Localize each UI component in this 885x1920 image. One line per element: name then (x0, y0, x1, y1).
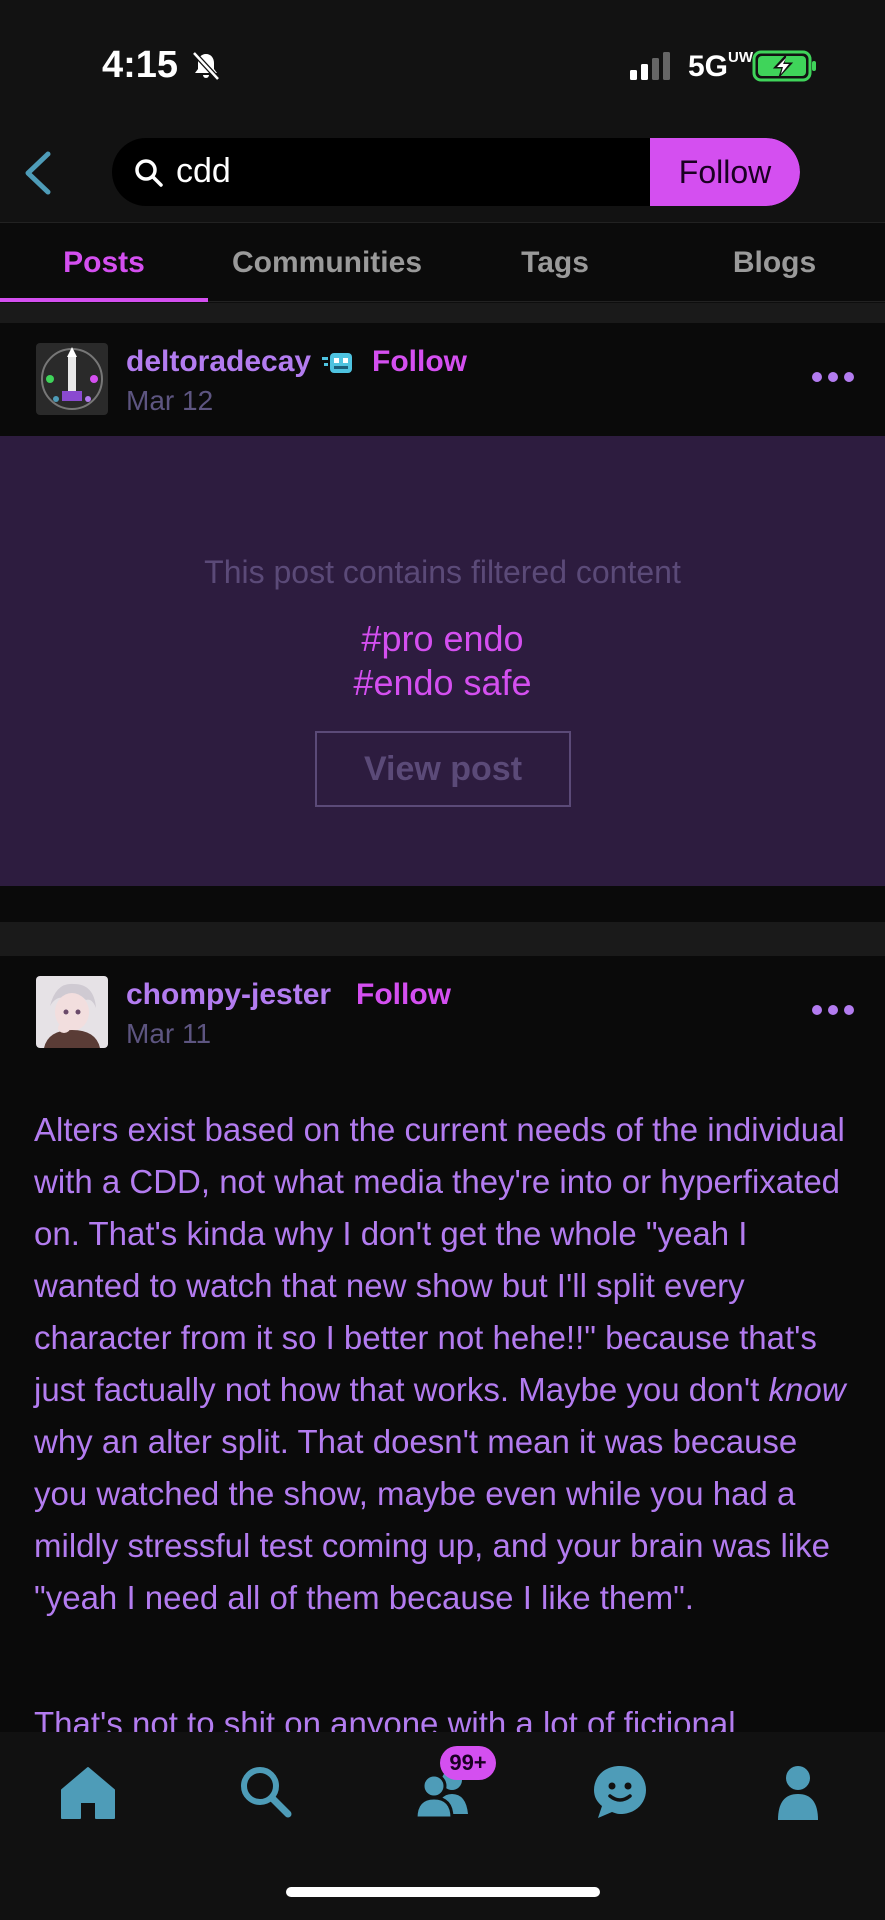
post-header: chompy-jester Follow Mar 11 (0, 956, 885, 1068)
tab-active-indicator (0, 298, 208, 302)
post-follow-link[interactable]: Follow (372, 345, 467, 379)
post-paragraph: Alters exist based on the current needs … (34, 1111, 846, 1616)
chat-icon[interactable] (588, 1762, 652, 1822)
post-body: Alters exist based on the current needs … (0, 1068, 885, 1732)
tab-blogs[interactable]: Blogs (664, 223, 885, 303)
filtered-content-panel: This post contains filtered content #pro… (0, 436, 885, 886)
network-sub: UW (728, 49, 754, 66)
status-bar: 4:15 5GUW (0, 0, 885, 130)
search-bar[interactable]: cdd Follow (112, 138, 800, 206)
tab-communities[interactable]: Communities (208, 223, 446, 303)
notification-badge: 99+ (440, 1746, 496, 1780)
avatar-image (36, 976, 108, 1048)
tab-tags[interactable]: Tags (446, 223, 664, 303)
filtered-tag[interactable]: #endo safe (0, 662, 885, 704)
post-date: Mar 11 (126, 1018, 212, 1049)
search-input[interactable]: cdd (176, 152, 231, 191)
post-footer (0, 886, 885, 922)
blog-badge-icon (322, 353, 352, 373)
post-follow-link[interactable]: Follow (356, 978, 451, 1012)
feed-divider (0, 303, 885, 323)
home-icon[interactable] (56, 1762, 120, 1822)
signal-icon (630, 52, 670, 80)
profile-icon[interactable] (766, 1762, 830, 1822)
more-icon[interactable] (811, 1003, 855, 1017)
view-post-button[interactable]: View post (315, 731, 571, 807)
post-paragraph: That's not to shit on anyone with a lot … (34, 1705, 736, 1732)
post-username[interactable]: chompy-jester (126, 978, 331, 1012)
post-username[interactable]: deltoradecay (126, 345, 311, 379)
search-nav-icon[interactable] (234, 1762, 298, 1822)
tab-posts[interactable]: Posts (0, 223, 208, 303)
feed-divider (0, 922, 885, 956)
home-indicator (286, 1887, 600, 1897)
filtered-tag[interactable]: #pro endo (0, 618, 885, 660)
battery-charging-icon (752, 50, 816, 82)
search-header: cdd Follow (0, 130, 885, 222)
network-label: 5GUW (688, 49, 754, 83)
search-icon (135, 159, 163, 187)
follow-search-button[interactable]: Follow (650, 138, 800, 206)
tab-bar: Posts Communities Tags Blogs (0, 222, 885, 302)
post-emphasis: know (768, 1371, 846, 1408)
avatar[interactable] (36, 343, 108, 415)
status-time: 4:15 (102, 44, 179, 86)
back-chevron-icon[interactable] (14, 146, 64, 200)
avatar-image (36, 343, 108, 415)
filtered-message: This post contains filtered content (204, 554, 681, 590)
post-header: deltoradecay Follow Mar 12 (0, 323, 885, 436)
avatar[interactable] (36, 976, 108, 1048)
bell-muted-icon (192, 51, 220, 81)
more-icon[interactable] (811, 370, 855, 384)
post-date: Mar 12 (126, 385, 214, 416)
